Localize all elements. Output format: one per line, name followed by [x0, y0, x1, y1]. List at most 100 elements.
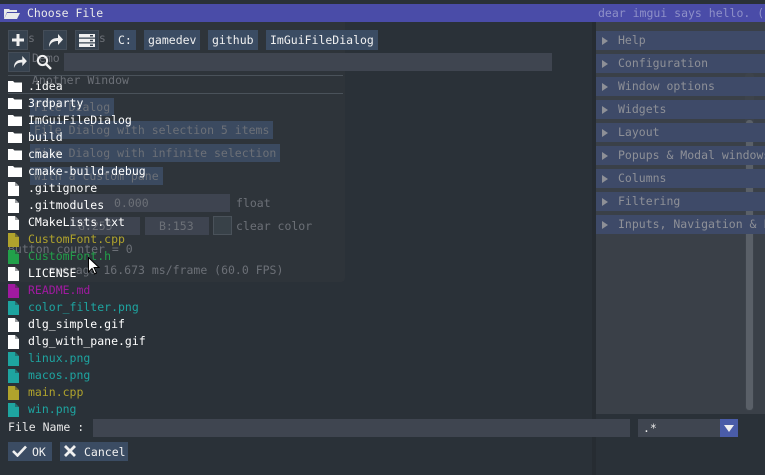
cancel-label: Cancel: [84, 445, 126, 459]
breadcrumb-gamedev[interactable]: gamedev: [144, 30, 201, 50]
file-name: main.cpp: [28, 385, 84, 399]
drive-icon: [79, 33, 95, 47]
triangle-right-icon: [602, 36, 608, 45]
background-header-label: Help: [618, 33, 646, 47]
background-header-item: Layout: [596, 123, 765, 142]
divider: [8, 75, 343, 76]
background-header-item: Help: [596, 31, 765, 50]
search-toggle-button[interactable]: [8, 52, 30, 72]
triangle-right-icon: [602, 197, 608, 206]
file-name: color_filter.png: [28, 300, 139, 314]
background-header-label: Filtering: [618, 194, 681, 208]
triangle-right-icon: [602, 82, 608, 91]
plus-icon: [12, 34, 24, 46]
redo-arrow-icon: [12, 56, 27, 68]
file-icon: [8, 369, 20, 383]
file-icon: [8, 267, 20, 281]
file-name: win.png: [28, 402, 77, 416]
file-name: 3rdparty: [28, 96, 84, 110]
file-name: CustomFont.cpp: [28, 232, 125, 246]
background-header-item: Popups & Modal windows: [596, 146, 765, 165]
filter-value: .*: [643, 421, 657, 435]
search-input[interactable]: [64, 53, 552, 71]
background-header-label: Configuration: [618, 56, 709, 70]
ok-label: OK: [32, 445, 46, 459]
dialog-right-edge: [592, 22, 596, 475]
redo-arrow-icon: [47, 33, 63, 47]
checkmark-icon: [12, 445, 27, 457]
background-header-item: Window options: [596, 77, 765, 96]
file-name: cmake: [28, 147, 63, 161]
background-color-b-field: B:153: [145, 217, 209, 235]
background-float-label: float: [236, 196, 271, 210]
magnifier-icon: [36, 54, 52, 70]
folder-icon: [8, 97, 22, 111]
background-header-label: Inputs, Navigation & Focus: [618, 217, 765, 231]
background-status-text: s: [28, 31, 35, 45]
folder-open-icon: [4, 8, 20, 19]
triangle-right-icon: [602, 105, 608, 114]
dialog-title-bar[interactable]: Choose File dear imgui says hello. (: [0, 4, 765, 22]
file-icon: [8, 199, 20, 213]
file-name-label: File Name :: [8, 420, 85, 434]
folder-icon: [8, 114, 22, 128]
file-name: dlg_simple.gif: [28, 317, 125, 331]
background-header-label: Widgets: [618, 102, 667, 116]
file-icon: [8, 182, 20, 196]
triangle-right-icon: [602, 128, 608, 137]
folder-icon: [8, 165, 22, 179]
background-fps-text: average 16.673 ms/frame (60.0 FPS): [48, 263, 284, 277]
background-window-title: dear imgui says hello. (: [598, 6, 765, 20]
file-name: linux.png: [28, 351, 91, 365]
file-icon: [8, 284, 20, 298]
background-header-label: Popups & Modal windows: [618, 148, 765, 162]
file-name: macos.png: [28, 368, 91, 382]
background-header-item: Filtering: [596, 192, 765, 211]
file-icon: [8, 335, 20, 349]
background-header-item: Widgets: [596, 100, 765, 119]
edit-path-button[interactable]: [43, 30, 67, 50]
folder-icon: [8, 148, 22, 162]
background-header-item: Columns: [596, 169, 765, 188]
file-icon: [8, 403, 20, 417]
breadcrumb-imguifiledialog[interactable]: ImGuiFileDialog: [266, 30, 378, 50]
close-icon: [64, 445, 76, 457]
file-name: .gitmodules: [28, 198, 105, 212]
file-name: dlg_with_pane.gif: [28, 334, 146, 348]
file-name: build: [28, 130, 63, 144]
background-color-swatch: [213, 216, 232, 235]
file-icon: [8, 318, 20, 332]
breadcrumb-drive[interactable]: C:: [114, 30, 136, 50]
background-header-label: Layout: [618, 125, 660, 139]
background-header-item: Inputs, Navigation & Focus: [596, 215, 765, 234]
create-folder-button[interactable]: [8, 30, 28, 50]
file-icon: [8, 250, 20, 264]
file-icon: [8, 233, 20, 247]
triangle-right-icon: [602, 151, 608, 160]
background-header-item: Configuration: [596, 54, 765, 73]
background-file-dialog-infinite-button: File Dialog with infinite selection: [30, 144, 281, 162]
cancel-button[interactable]: Cancel: [60, 442, 128, 461]
file-icon: [8, 386, 20, 400]
file-name: README.md: [28, 283, 91, 297]
file-name: ImGuiFileDialog: [28, 113, 132, 127]
chevron-down-icon[interactable]: [720, 419, 738, 437]
file-name: .idea: [28, 79, 63, 93]
dialog-title: Choose File: [27, 6, 104, 20]
file-icon: [8, 301, 20, 315]
folder-icon: [8, 131, 22, 145]
mouse-cursor-icon: [88, 257, 100, 275]
file-icon: [8, 352, 20, 366]
drives-button[interactable]: [75, 30, 99, 50]
folder-icon: [8, 80, 22, 94]
background-header-label: Window options: [618, 79, 715, 93]
breadcrumb-github[interactable]: github: [208, 30, 258, 50]
file-name: cmake-build-debug: [28, 164, 146, 178]
file-icon: [8, 216, 20, 230]
file-name: .gitignore: [28, 181, 98, 195]
filter-select[interactable]: .*: [638, 419, 738, 437]
ok-button[interactable]: OK: [8, 442, 52, 461]
file-name-input[interactable]: [93, 419, 630, 437]
triangle-right-icon: [602, 59, 608, 68]
background-header-label: Columns: [618, 171, 667, 185]
